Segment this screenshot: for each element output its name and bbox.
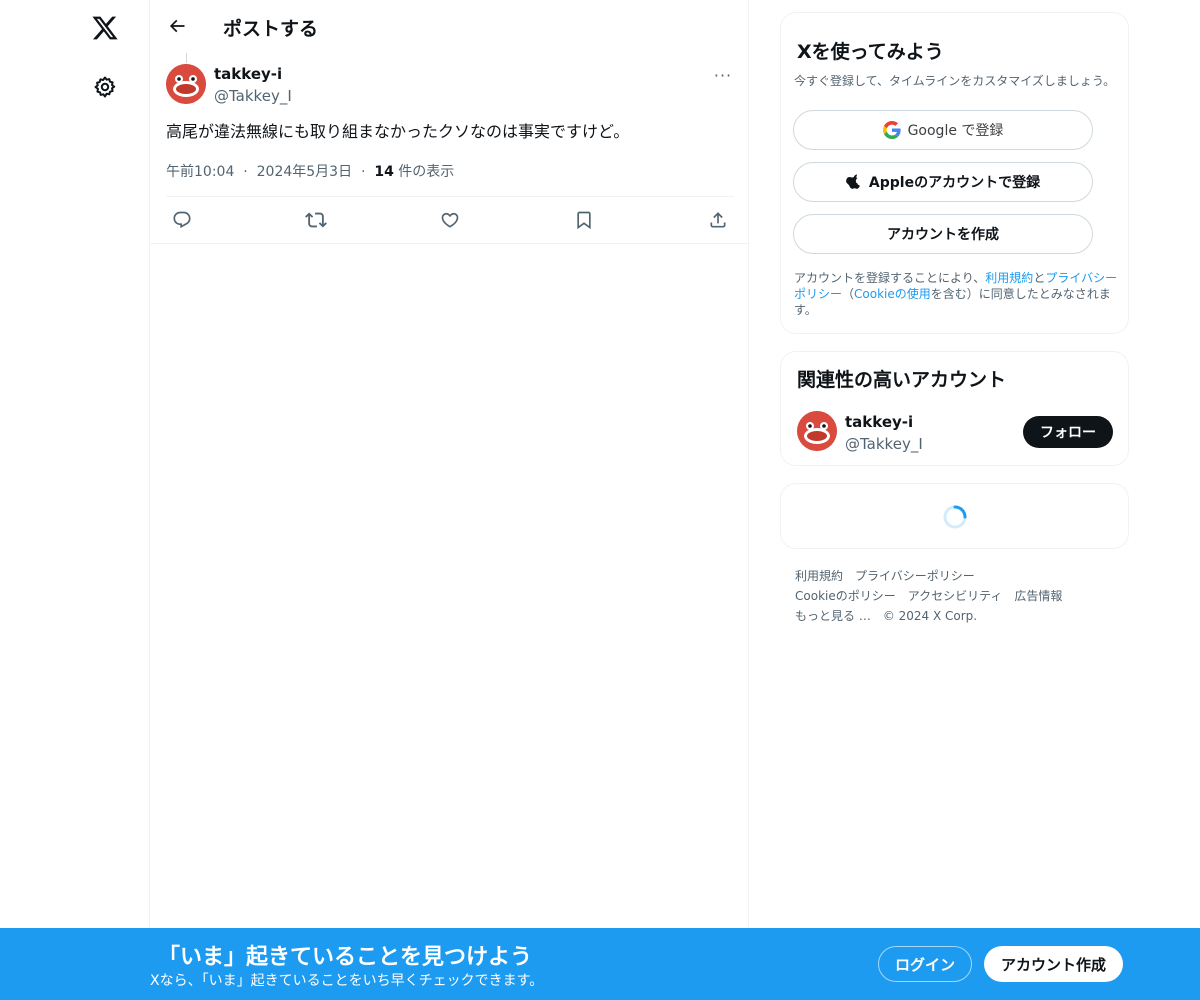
post-meta: 午前10:04 · 2024年5月3日 · 14 件の表示	[166, 161, 454, 181]
related-display-name[interactable]: takkey-i	[845, 413, 913, 431]
post-actions	[150, 197, 750, 244]
footer-link-cookie[interactable]: Cookieのポリシー	[795, 589, 896, 603]
gear-icon[interactable]	[90, 72, 120, 102]
share-icon[interactable]	[705, 207, 731, 233]
terms-text: アカウントを登録することにより、利用規約とプライバシーポリシー（Cookieの使…	[794, 271, 1118, 317]
footer-link-terms[interactable]: 利用規約	[795, 569, 843, 583]
login-button[interactable]: ログイン	[878, 946, 972, 982]
signup-subtitle: 今すぐ登録して、タイムラインをカスタマイズしましょう。	[794, 74, 1116, 88]
thread-line	[186, 53, 187, 63]
apple-signup-label: Appleのアカウントで登録	[868, 175, 1041, 191]
cookie-link[interactable]: Cookieの使用	[854, 287, 931, 301]
apple-icon	[846, 173, 862, 191]
terms-link[interactable]: 利用規約	[985, 271, 1033, 285]
more-icon[interactable]: ···	[710, 64, 736, 86]
views-count: 14	[374, 164, 394, 180]
create-account-button[interactable]: アカウントを作成	[793, 214, 1093, 254]
follow-button[interactable]: フォロー	[1023, 416, 1113, 448]
signup-title: Xを使ってみよう	[797, 41, 944, 63]
related-title: 関連性の高いアカウント	[797, 369, 1007, 391]
post-text: 高尾が違法無線にも取り組まなかったクソなのは事実ですけど。	[166, 122, 630, 141]
banner-subtitle: Xなら、「いま」起きていることをいち早くチェックできます。	[150, 973, 544, 989]
left-nav	[0, 0, 150, 1000]
google-signup-label: Google で登録	[907, 123, 1004, 139]
copyright: © 2024 X Corp.	[882, 609, 978, 623]
google-icon	[882, 121, 901, 139]
avatar-image	[166, 64, 206, 104]
avatar-image	[797, 411, 837, 451]
banner-title: 「いま」起きていることを見つけよう	[158, 945, 533, 970]
google-signup-button[interactable]: Google で登録	[793, 110, 1093, 150]
apple-signup-button[interactable]: Appleのアカウントで登録	[793, 162, 1093, 202]
loading-spinner-icon	[943, 505, 967, 529]
like-icon[interactable]	[437, 207, 463, 233]
footer-links: 利用規約 プライバシーポリシー Cookieのポリシー アクセシビリティ 広告情報 も…	[795, 566, 1115, 626]
avatar[interactable]	[797, 411, 837, 451]
banner-create-account-button[interactable]: アカウント作成	[984, 946, 1123, 982]
repost-icon[interactable]	[303, 207, 329, 233]
signup-card: Xを使ってみよう 今すぐ登録して、タイムラインをカスタマイズしましょう。 Goo…	[780, 12, 1129, 334]
x-logo-icon[interactable]	[87, 10, 123, 46]
footer-link-privacy[interactable]: プライバシーポリシー	[855, 569, 975, 583]
footer-link-ads[interactable]: 広告情報	[1014, 589, 1062, 603]
reply-icon[interactable]	[169, 207, 195, 233]
footer-link-accessibility[interactable]: アクセシビリティ	[908, 589, 1003, 603]
related-handle[interactable]: @Takkey_I	[845, 435, 923, 453]
author-handle[interactable]: @Takkey_I	[214, 87, 292, 105]
page-title: ポストする	[223, 18, 319, 40]
arrow-left-icon	[169, 19, 185, 33]
loading-card	[780, 483, 1129, 549]
avatar[interactable]	[166, 64, 206, 104]
page-header: ポストする	[150, 0, 750, 53]
footer-link-more[interactable]: もっと見る …	[795, 609, 871, 623]
main-column: ポストする takkey-i @Takkey_I ··· 高尾が違法無線にも取り…	[149, 0, 750, 1000]
bookmark-icon[interactable]	[571, 207, 597, 233]
views-label: 件の表示	[393, 164, 455, 180]
related-accounts-card: 関連性の高いアカウント takkey-i @Takkey_I フォロー	[780, 351, 1129, 466]
post-time[interactable]: 午前10:04	[166, 164, 234, 180]
login-banner: 「いま」起きていることを見つけよう Xなら、「いま」起きていることをいち早くチェ…	[0, 928, 1200, 1000]
post-date[interactable]: 2024年5月3日	[257, 164, 352, 180]
back-button[interactable]	[162, 11, 192, 41]
author-display-name[interactable]: takkey-i	[214, 65, 282, 83]
